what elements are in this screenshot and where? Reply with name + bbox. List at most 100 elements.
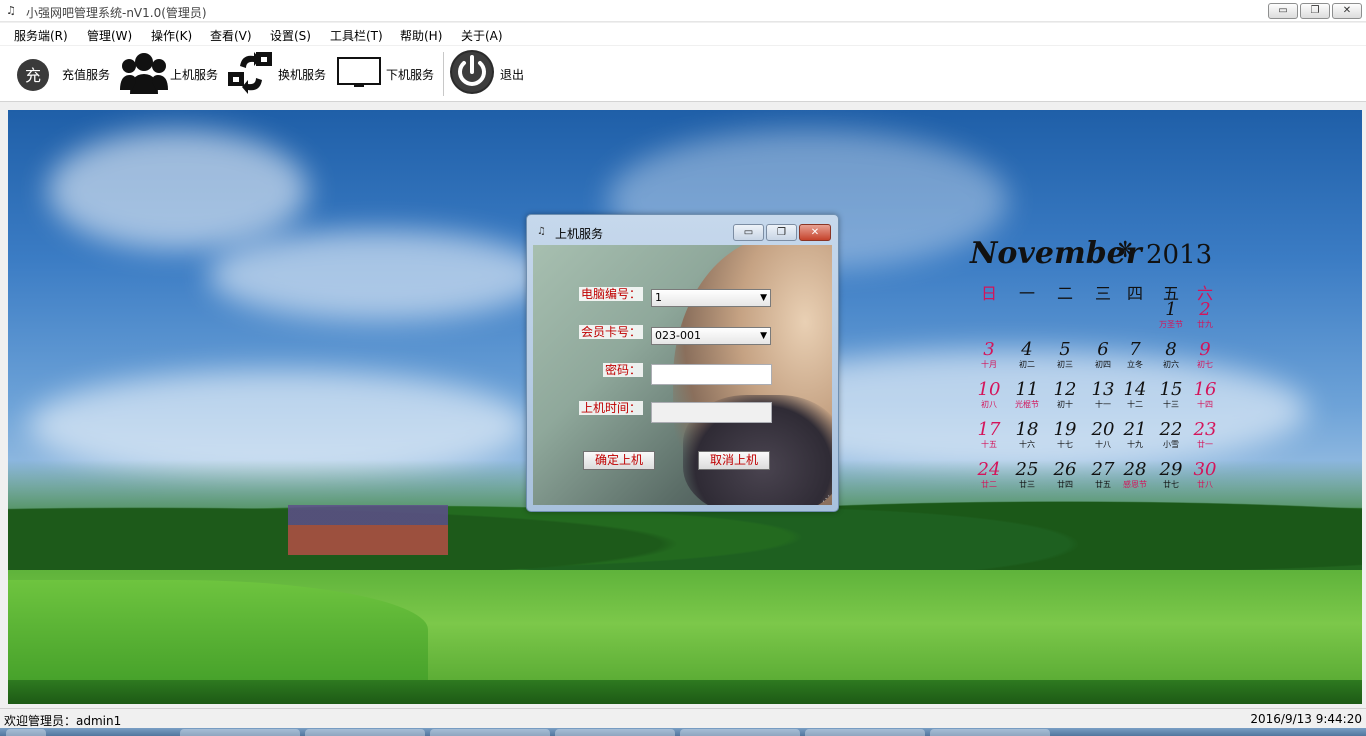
calendar-day: 19 十七: [1047, 420, 1083, 450]
taskbar-item[interactable]: [430, 729, 550, 736]
calendar-day-number: 6: [1097, 339, 1109, 360]
calendar-day-number: 3: [983, 339, 995, 360]
taskbar-item[interactable]: [805, 729, 925, 736]
resize-grip-icon[interactable]: ⋰: [822, 494, 830, 503]
calendar-day: 24 廿二: [971, 460, 1007, 490]
taskbar-item[interactable]: [930, 729, 1050, 736]
calendar-day-number: 9: [1199, 339, 1211, 360]
login-time-input[interactable]: [651, 402, 772, 423]
calendar-day-lunar: 廿二: [981, 480, 997, 489]
calendar-day-number: 7: [1129, 339, 1141, 360]
calendar-day-lunar: 十月: [981, 360, 997, 369]
menu-help[interactable]: 帮助(H): [400, 27, 442, 44]
calendar-day-lunar: 廿五: [1095, 480, 1111, 489]
calendar-day-number: 18: [1015, 419, 1039, 440]
recharge-icon: 充: [17, 59, 49, 91]
login-service-label: 上机服务: [170, 68, 219, 82]
computer-number-value: 1: [655, 291, 662, 304]
member-card-select[interactable]: 023-001 ▼: [651, 327, 771, 345]
calendar-weekday: 三: [1094, 284, 1111, 303]
calendar-day-number: 13: [1091, 379, 1115, 400]
calendar-day: 26 廿四: [1047, 460, 1083, 490]
taskbar-item[interactable]: [555, 729, 675, 736]
calendar-day-number: 22: [1159, 419, 1183, 440]
calendar-day: 23 廿一: [1187, 420, 1223, 450]
switch-service-label: 换机服务: [278, 68, 327, 82]
confirm-login-button[interactable]: 确定上机: [583, 451, 655, 470]
calendar-day-lunar: 廿七: [1163, 480, 1179, 489]
calendar-day-number: 10: [977, 379, 1001, 400]
maple-leaf-icon: ❋: [1116, 238, 1135, 263]
calendar-day-lunar: 十八: [1095, 440, 1111, 449]
calendar-day-number: 21: [1123, 419, 1147, 440]
calendar-day-number: 8: [1165, 339, 1177, 360]
calendar-day: 2 廿九: [1187, 300, 1223, 330]
calendar-day-number: 11: [1015, 379, 1039, 400]
calendar-day-number: 4: [1021, 339, 1033, 360]
switch-service-button[interactable]: 换机服务: [226, 46, 330, 102]
calendar-day-lunar: 廿四: [1057, 480, 1073, 489]
calendar-day: 29 廿七: [1153, 460, 1189, 490]
calendar-day-number: 17: [977, 419, 1001, 440]
menu-manage[interactable]: 管理(W): [87, 27, 132, 44]
calendar-day: 13 十一: [1085, 380, 1121, 410]
status-bar: 欢迎管理员：admin1 2016/9/13 9:44:20: [0, 708, 1366, 728]
dialog-minimize-button[interactable]: ▭: [733, 224, 764, 241]
calendar-day: 28 感恩节: [1117, 460, 1153, 490]
calendar-day-number: 2: [1199, 299, 1211, 320]
calendar-day-number: 27: [1091, 459, 1115, 480]
menu-server[interactable]: 服务端(R): [14, 27, 68, 44]
dialog-close-button[interactable]: ✕: [799, 224, 831, 241]
calendar-day: 17 十五: [971, 420, 1007, 450]
close-button[interactable]: ✕: [1332, 3, 1362, 19]
calendar-day: 10 初八: [971, 380, 1007, 410]
login-time-label: 上机时间：: [579, 401, 644, 415]
calendar-day: 15 十三: [1153, 380, 1189, 410]
taskbar-item[interactable]: [305, 729, 425, 736]
menu-toolbar[interactable]: 工具栏(T): [330, 27, 383, 44]
cloud: [48, 130, 308, 250]
taskbar-item[interactable]: [180, 729, 300, 736]
logout-service-button[interactable]: 下机服务: [336, 46, 436, 102]
taskbar-item[interactable]: [680, 729, 800, 736]
menu-about[interactable]: 关于(A): [461, 27, 503, 44]
taskbar-start-button[interactable]: [6, 729, 46, 736]
calendar-day: 8 初六: [1153, 340, 1189, 370]
calendar-day-lunar: 初六: [1163, 360, 1179, 369]
calendar-day-number: 26: [1053, 459, 1077, 480]
maximize-button[interactable]: ❐: [1300, 3, 1330, 19]
calendar-day-number: 28: [1123, 459, 1147, 480]
exit-button[interactable]: 退出: [448, 46, 528, 102]
calendar-day-lunar: 廿九: [1197, 320, 1213, 329]
minimize-button[interactable]: ▭: [1268, 3, 1298, 19]
dialog-title: 上机服务: [555, 227, 604, 241]
calendar-day-lunar: 初十: [1057, 400, 1073, 409]
calendar-day-lunar: 十一: [1095, 400, 1111, 409]
calendar-day-lunar: 初二: [1019, 360, 1035, 369]
computer-number-select[interactable]: 1 ▼: [651, 289, 771, 307]
calendar-day: 16 十四: [1187, 380, 1223, 410]
menu-operate[interactable]: 操作(K): [151, 27, 192, 44]
menu-settings[interactable]: 设置(S): [270, 27, 311, 44]
menu-view[interactable]: 查看(V): [210, 27, 252, 44]
calendar-day-number: 19: [1053, 419, 1077, 440]
chevron-down-icon: ▼: [760, 331, 767, 341]
calendar-day-number: 24: [977, 459, 1001, 480]
cancel-login-button[interactable]: 取消上机: [698, 451, 770, 470]
login-service-button[interactable]: 上机服务: [120, 46, 222, 102]
calendar-day: 20 十八: [1085, 420, 1121, 450]
calendar-day: 21 十九: [1117, 420, 1153, 450]
password-input[interactable]: [651, 364, 772, 385]
calendar-day: 1 万圣节: [1153, 300, 1189, 330]
dialog-maximize-button[interactable]: ❐: [766, 224, 797, 241]
exit-label: 退出: [500, 68, 525, 82]
taskbar: [0, 728, 1366, 736]
calendar-weekday: 四: [1126, 284, 1143, 303]
calendar-day-lunar: 十七: [1057, 440, 1073, 449]
calendar-day-number: 1: [1165, 299, 1177, 320]
logout-service-label: 下机服务: [386, 68, 435, 82]
recharge-service-button[interactable]: 充 充值服务: [14, 46, 114, 102]
calendar-day-number: 15: [1159, 379, 1183, 400]
monitor-icon: [337, 57, 381, 87]
app-icon: ♫: [6, 4, 16, 17]
